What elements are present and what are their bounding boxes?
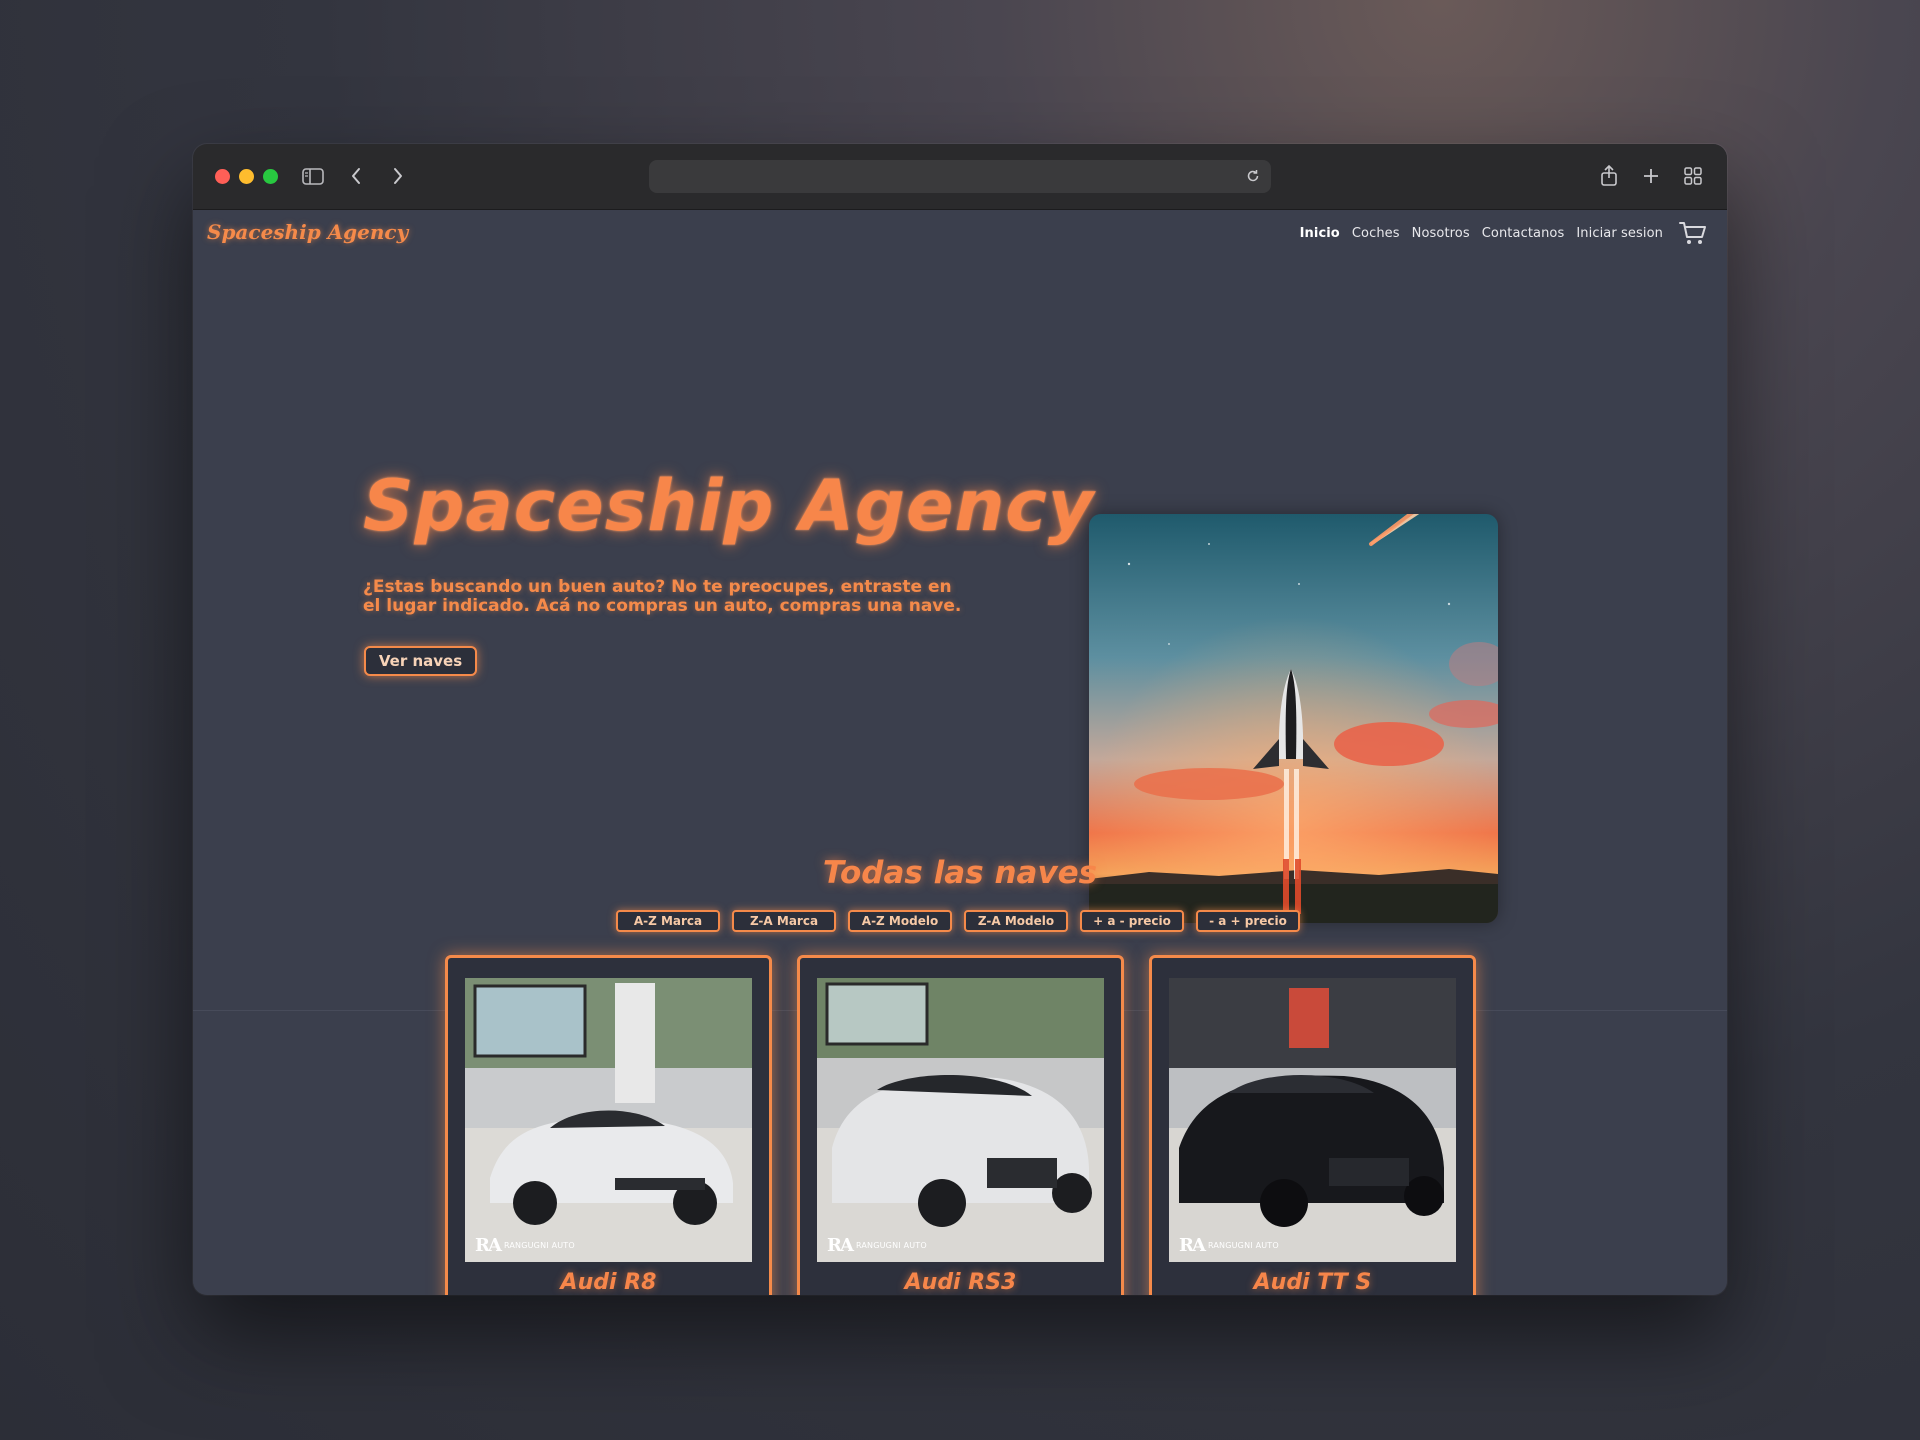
cart-icon[interactable] [1679, 220, 1707, 246]
dealer-watermark: RA RANGUGNI AUTO [1179, 1235, 1279, 1256]
site-logo[interactable]: Spaceship Agency [207, 220, 408, 244]
address-bar[interactable] [649, 160, 1271, 193]
car-card[interactable]: RA RANGUGNI AUTO Audi TT S [1149, 955, 1476, 1295]
minimize-window-button[interactable] [239, 169, 254, 184]
reload-icon[interactable] [1243, 166, 1263, 186]
sidebar-icon[interactable] [297, 160, 329, 192]
close-window-button[interactable] [215, 169, 230, 184]
nav-iniciar-sesion[interactable]: Iniciar sesion [1576, 226, 1663, 241]
hero-title: Spaceship Agency [363, 465, 1095, 547]
sort-price-asc-button[interactable]: - a + precio [1196, 910, 1300, 932]
hero-subtitle-line1: ¿Estas buscando un buen auto? No te preo… [363, 577, 952, 597]
web-page: Spaceship Agency Inicio Coches Nosotros … [193, 210, 1727, 1295]
hero-subtitle-line2: el lugar indicado. Acá no compras un aut… [363, 596, 962, 616]
back-icon[interactable] [340, 160, 372, 192]
car-photo: RA RANGUGNI AUTO [465, 978, 752, 1262]
car-name: Audi R8 [560, 1270, 657, 1295]
browser-window: Spaceship Agency Inicio Coches Nosotros … [193, 144, 1727, 1295]
car-photo: RA RANGUGNI AUTO [817, 978, 1104, 1262]
dealer-watermark: RA RANGUGNI AUTO [827, 1235, 927, 1256]
zoom-window-button[interactable] [263, 169, 278, 184]
sort-za-marca-button[interactable]: Z-A Marca [732, 910, 836, 932]
sort-az-marca-button[interactable]: A-Z Marca [616, 910, 720, 932]
car-name: Audi TT S [1253, 1270, 1372, 1295]
nav-coches[interactable]: Coches [1352, 226, 1400, 241]
forward-icon[interactable] [382, 160, 414, 192]
new-tab-icon[interactable] [1635, 160, 1667, 192]
browser-toolbar [193, 144, 1727, 210]
nav-contactanos[interactable]: Contactanos [1482, 226, 1565, 241]
nav-nosotros[interactable]: Nosotros [1412, 226, 1470, 241]
share-icon[interactable] [1593, 160, 1625, 192]
sort-price-desc-button[interactable]: + a - precio [1080, 910, 1184, 932]
hero-subtitle: ¿Estas buscando un buen auto? No te preo… [363, 578, 983, 616]
sort-filters: A-Z Marca Z-A Marca A-Z Modelo Z-A Model… [616, 910, 1300, 932]
sort-az-modelo-button[interactable]: A-Z Modelo [848, 910, 952, 932]
tabs-grid-icon[interactable] [1677, 160, 1709, 192]
ver-naves-button[interactable]: Ver naves [364, 646, 477, 676]
dealer-watermark: RA RANGUGNI AUTO [475, 1235, 575, 1256]
sort-za-modelo-button[interactable]: Z-A Modelo [964, 910, 1068, 932]
nav-inicio[interactable]: Inicio [1300, 226, 1340, 241]
main-nav: Inicio Coches Nosotros Contactanos Inici… [1300, 226, 1663, 241]
car-card[interactable]: RA RANGUGNI AUTO Audi R8 [445, 955, 772, 1295]
car-card[interactable]: RA RANGUGNI AUTO Audi RS3 [797, 955, 1124, 1295]
car-photo: RA RANGUGNI AUTO [1169, 978, 1456, 1262]
section-title: Todas las naves [822, 855, 1098, 891]
car-name: Audi RS3 [904, 1270, 1017, 1295]
